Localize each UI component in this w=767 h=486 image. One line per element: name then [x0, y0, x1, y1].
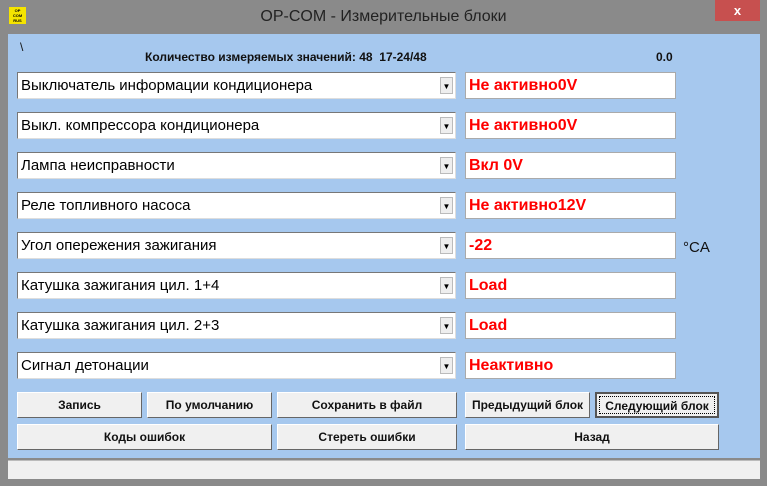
path-label: \ [20, 40, 24, 54]
chevron-down-icon[interactable]: ▼ [440, 117, 453, 134]
chevron-down-icon[interactable]: ▼ [440, 77, 453, 94]
measurement-select[interactable]: Угол опережения зажигания ▼ [17, 232, 456, 259]
measurement-value: Вкл 0V [465, 152, 676, 179]
measurement-select[interactable]: Выключатель информации кондиционера ▼ [17, 72, 456, 99]
measurement-label: Катушка зажигания цил. 2+3 [21, 317, 220, 334]
clear-errors-button[interactable]: Стереть ошибки [277, 424, 457, 450]
measurement-value: Не активно12V [465, 192, 676, 219]
measurement-label: Выключатель информации кондиционера [21, 77, 313, 94]
header-value: 0.0 [656, 50, 673, 64]
measurement-label: Угол опережения зажигания [21, 237, 217, 254]
count-label: Количество измеряемых значений: 48 17-24… [145, 50, 427, 64]
measurement-select[interactable]: Выкл. компрессора кондиционера ▼ [17, 112, 456, 139]
measurement-value: Load [465, 312, 676, 339]
chevron-down-icon[interactable]: ▼ [440, 317, 453, 334]
chevron-down-icon[interactable]: ▼ [440, 357, 453, 374]
default-button[interactable]: По умолчанию [147, 392, 272, 418]
measurement-select[interactable]: Сигнал детонации ▼ [17, 352, 456, 379]
back-button[interactable]: Назад [465, 424, 719, 450]
measurement-select[interactable]: Реле топливного насоса ▼ [17, 192, 456, 219]
chevron-down-icon[interactable]: ▼ [440, 157, 453, 174]
measurement-select[interactable]: Катушка зажигания цил. 2+3 ▼ [17, 312, 456, 339]
measurement-label: Выкл. компрессора кондиционера [21, 117, 260, 134]
next-block-button[interactable]: Следующий блок [595, 392, 719, 418]
measurement-label: Катушка зажигания цил. 1+4 [21, 277, 220, 294]
measurement-value: Не активно0V [465, 112, 676, 139]
measurement-label: Реле топливного насоса [21, 197, 191, 214]
measurement-value: Load [465, 272, 676, 299]
save-to-file-button[interactable]: Сохранить в файл [277, 392, 457, 418]
title-bar: OP COM RUS OP-COM - Измерительные блоки x [0, 0, 767, 34]
measurement-value: Неактивно [465, 352, 676, 379]
window-title: OP-COM - Измерительные блоки [260, 8, 507, 25]
measurement-unit: °CA [683, 239, 710, 256]
record-button[interactable]: Запись [17, 392, 142, 418]
measurement-label: Сигнал детонации [21, 357, 149, 374]
measurement-value: Не активно0V [465, 72, 676, 99]
chevron-down-icon[interactable]: ▼ [440, 237, 453, 254]
measurement-value: -22 [465, 232, 676, 259]
measurement-select[interactable]: Лампа неисправности ▼ [17, 152, 456, 179]
error-codes-button[interactable]: Коды ошибок [17, 424, 272, 450]
chevron-down-icon[interactable]: ▼ [440, 277, 453, 294]
measurement-select[interactable]: Катушка зажигания цил. 1+4 ▼ [17, 272, 456, 299]
close-button[interactable]: x [715, 0, 760, 21]
chevron-down-icon[interactable]: ▼ [440, 197, 453, 214]
previous-block-button[interactable]: Предыдущий блок [465, 392, 590, 418]
measurement-label: Лампа неисправности [21, 157, 175, 174]
status-bar [8, 460, 760, 479]
